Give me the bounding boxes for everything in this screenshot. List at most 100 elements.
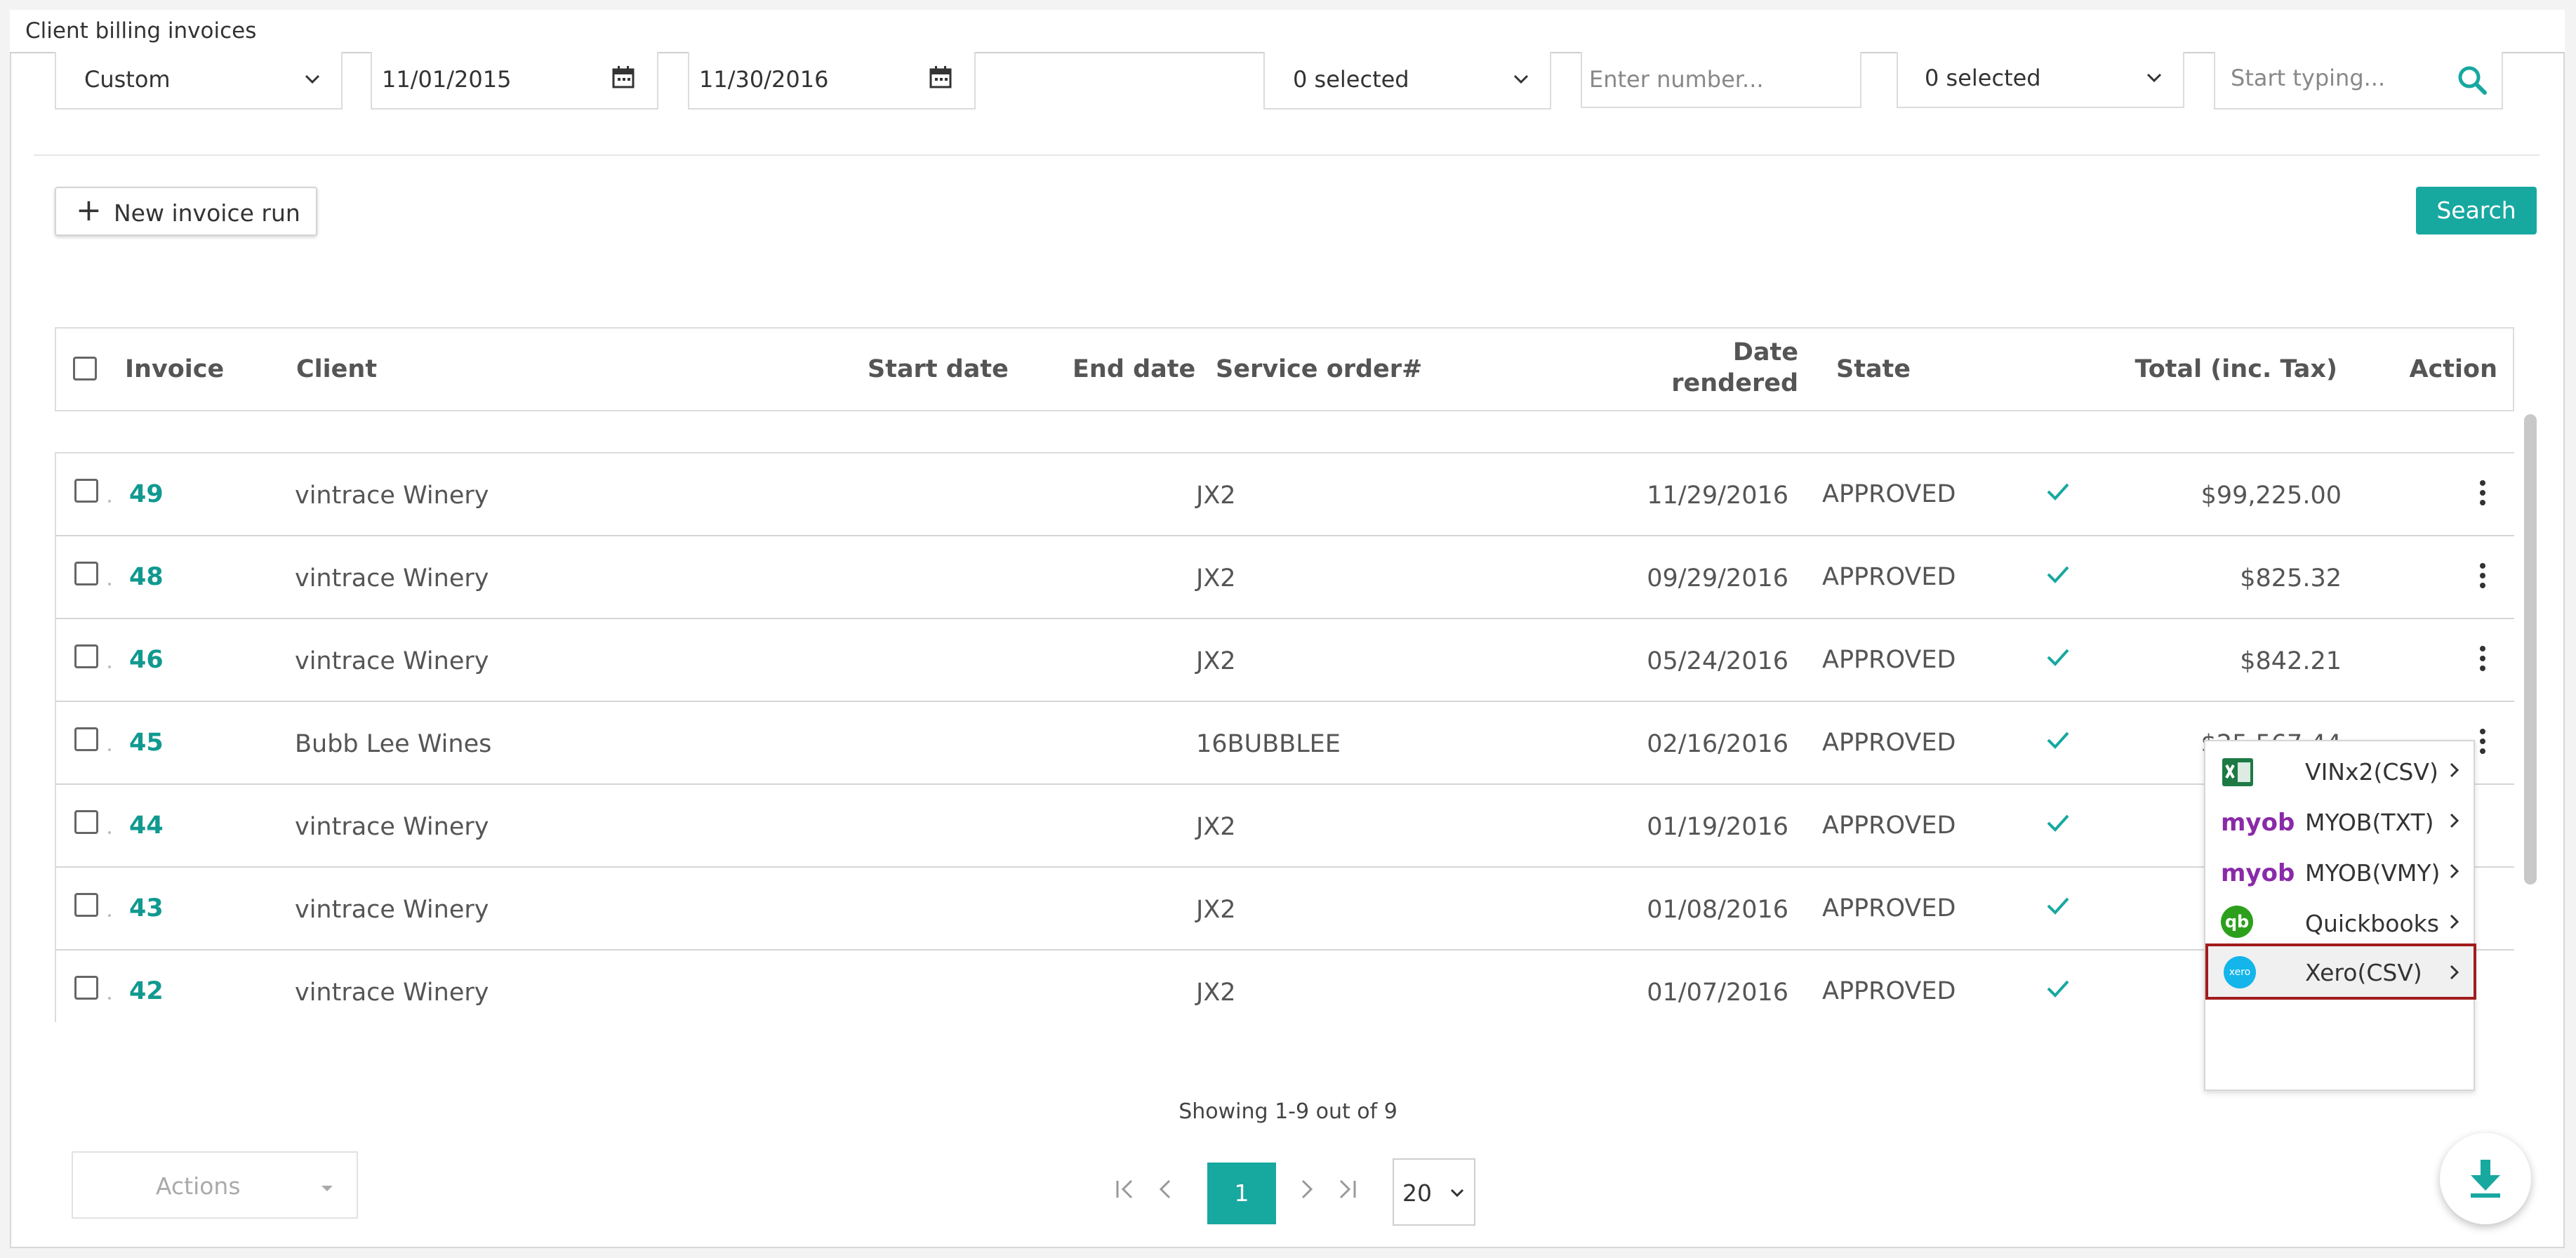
table-row: 49 vintrace Winery JX2 11/29/2016 APPROVED $9… — [56, 453, 2514, 536]
header-client[interactable]: Client — [296, 355, 377, 383]
row-dot — [108, 748, 111, 751]
chevron-down-icon — [2144, 67, 2165, 91]
check-icon — [2044, 643, 2072, 674]
calendar-icon[interactable] — [928, 65, 953, 93]
state-label: APPROVED — [1822, 812, 1956, 840]
invoice-link[interactable]: 49 — [129, 480, 164, 508]
new-invoice-run-label: New invoice run — [114, 199, 300, 227]
client-name: Bubb Lee Wines — [295, 730, 492, 758]
header-start-date[interactable]: Start date — [868, 355, 1009, 383]
next-page-icon[interactable] — [1296, 1177, 1317, 1205]
menu-item-vinx2-csv[interactable]: VINx2(CSV) — [2205, 746, 2474, 796]
chevron-down-icon — [1449, 1186, 1466, 1203]
header-invoice[interactable]: Invoice — [125, 355, 224, 383]
invoice-link[interactable]: 48 — [129, 563, 164, 591]
menu-item-label: Xero(CSV) — [2305, 959, 2422, 986]
date-rendered: 09/29/2016 — [1647, 564, 1788, 592]
total-amount: $99,225.00 — [2200, 482, 2342, 510]
start-date-value: 11/01/2015 — [382, 66, 512, 93]
invoice-link[interactable]: 42 — [129, 977, 164, 1005]
download-button[interactable] — [2440, 1133, 2531, 1224]
page-button-current[interactable]: 1 — [1207, 1163, 1276, 1224]
menu-item-xero-csv[interactable]: xero Xero(CSV) — [2205, 944, 2476, 1000]
search-button[interactable]: Search — [2416, 187, 2537, 234]
service-order: 16BUBBLEE — [1196, 730, 1341, 758]
service-order: JX2 — [1196, 979, 1236, 1007]
filter-divider — [34, 154, 2540, 156]
select-all-checkbox[interactable] — [73, 357, 97, 380]
invoice-link[interactable]: 44 — [129, 812, 164, 840]
row-checkbox[interactable] — [74, 893, 98, 917]
check-icon — [2044, 726, 2072, 757]
number-input[interactable]: Enter number... — [1581, 52, 1861, 108]
export-menu: VINx2(CSV) myob MYOB(TXT) myob MYOB(VMY)… — [2204, 740, 2476, 1091]
calendar-icon[interactable] — [611, 65, 636, 93]
date-rendered: 05/24/2016 — [1647, 647, 1788, 675]
row-dot — [108, 914, 111, 917]
menu-item-label: Quickbooks — [2305, 910, 2439, 937]
menu-item-label: VINx2(CSV) — [2305, 758, 2438, 786]
check-icon — [2044, 892, 2072, 922]
title-bar — [10, 10, 2565, 53]
end-date-field[interactable]: 11/30/2016 — [688, 52, 976, 110]
last-page-icon[interactable] — [1334, 1177, 1359, 1205]
header-state[interactable]: State — [1836, 355, 1911, 383]
multi-select-a[interactable]: 0 selected — [1263, 52, 1551, 110]
first-page-icon[interactable] — [1113, 1177, 1138, 1205]
row-dot — [108, 997, 111, 1000]
table-row: 44 vintrace Winery JX2 01/19/2016 APPROVED — [56, 785, 2514, 868]
invoice-link[interactable]: 46 — [129, 646, 164, 674]
row-checkbox[interactable] — [74, 727, 98, 751]
chevron-right-icon — [2447, 963, 2462, 984]
row-actions-icon[interactable] — [2478, 479, 2488, 510]
start-date-field[interactable]: 11/01/2015 — [371, 52, 658, 110]
invoice-link[interactable]: 45 — [129, 729, 164, 757]
service-order: JX2 — [1196, 647, 1236, 675]
period-select-value: Custom — [84, 66, 171, 93]
chevron-right-icon — [2447, 761, 2462, 782]
row-dot — [108, 666, 111, 668]
row-checkbox[interactable] — [74, 810, 98, 834]
row-dot — [108, 831, 111, 834]
header-service-order[interactable]: Service order# — [1216, 355, 1422, 383]
check-icon — [2044, 809, 2072, 840]
multi-select-b[interactable]: 0 selected — [1897, 52, 2184, 108]
header-total[interactable]: Total (inc. Tax) — [2135, 355, 2338, 383]
client-name: vintrace Winery — [295, 647, 489, 675]
row-actions-icon[interactable] — [2478, 644, 2488, 675]
row-actions-icon[interactable] — [2478, 562, 2488, 592]
row-checkbox[interactable] — [74, 562, 98, 585]
search-input[interactable]: Start typing... — [2214, 52, 2503, 110]
actions-label: Actions — [156, 1172, 241, 1200]
xero-logo: xero — [2224, 956, 2256, 988]
number-input-placeholder: Enter number... — [1589, 66, 1764, 93]
invoice-link[interactable]: 43 — [129, 894, 164, 922]
menu-item-myob-vmy[interactable]: myob MYOB(VMY) — [2205, 847, 2474, 897]
client-name: vintrace Winery — [295, 813, 489, 841]
row-checkbox[interactable] — [74, 479, 98, 503]
new-invoice-run-button[interactable]: + New invoice run — [55, 187, 317, 236]
scrollbar[interactable] — [2524, 414, 2537, 885]
menu-item-quickbooks[interactable]: qb Quickbooks — [2205, 897, 2474, 948]
row-checkbox[interactable] — [74, 644, 98, 668]
end-date-value: 11/30/2016 — [699, 66, 829, 93]
actions-dropdown[interactable]: Actions — [72, 1151, 358, 1219]
header-date-rendered-line1[interactable]: Date — [1733, 338, 1798, 366]
page-size-select[interactable]: 20 — [1393, 1158, 1475, 1226]
header-end-date[interactable]: End date — [1073, 355, 1195, 383]
search-icon[interactable] — [2457, 65, 2488, 98]
multi-select-a-value: 0 selected — [1293, 66, 1409, 93]
menu-item-label: MYOB(VMY) — [2305, 859, 2441, 887]
previous-page-icon[interactable] — [1155, 1177, 1176, 1205]
period-select[interactable]: Custom — [55, 52, 343, 110]
client-name: vintrace Winery — [295, 482, 489, 510]
row-actions-icon[interactable] — [2478, 727, 2488, 758]
row-checkbox[interactable] — [74, 976, 98, 1000]
total-amount: $825.32 — [2240, 564, 2342, 592]
menu-item-myob-txt[interactable]: myob MYOB(TXT) — [2205, 796, 2474, 847]
header-date-rendered-line2[interactable]: rendered — [1671, 369, 1798, 397]
client-name: vintrace Winery — [295, 564, 489, 592]
page-size-value: 20 — [1402, 1179, 1432, 1207]
check-icon — [2044, 560, 2072, 591]
state-label: APPROVED — [1822, 977, 1956, 1005]
